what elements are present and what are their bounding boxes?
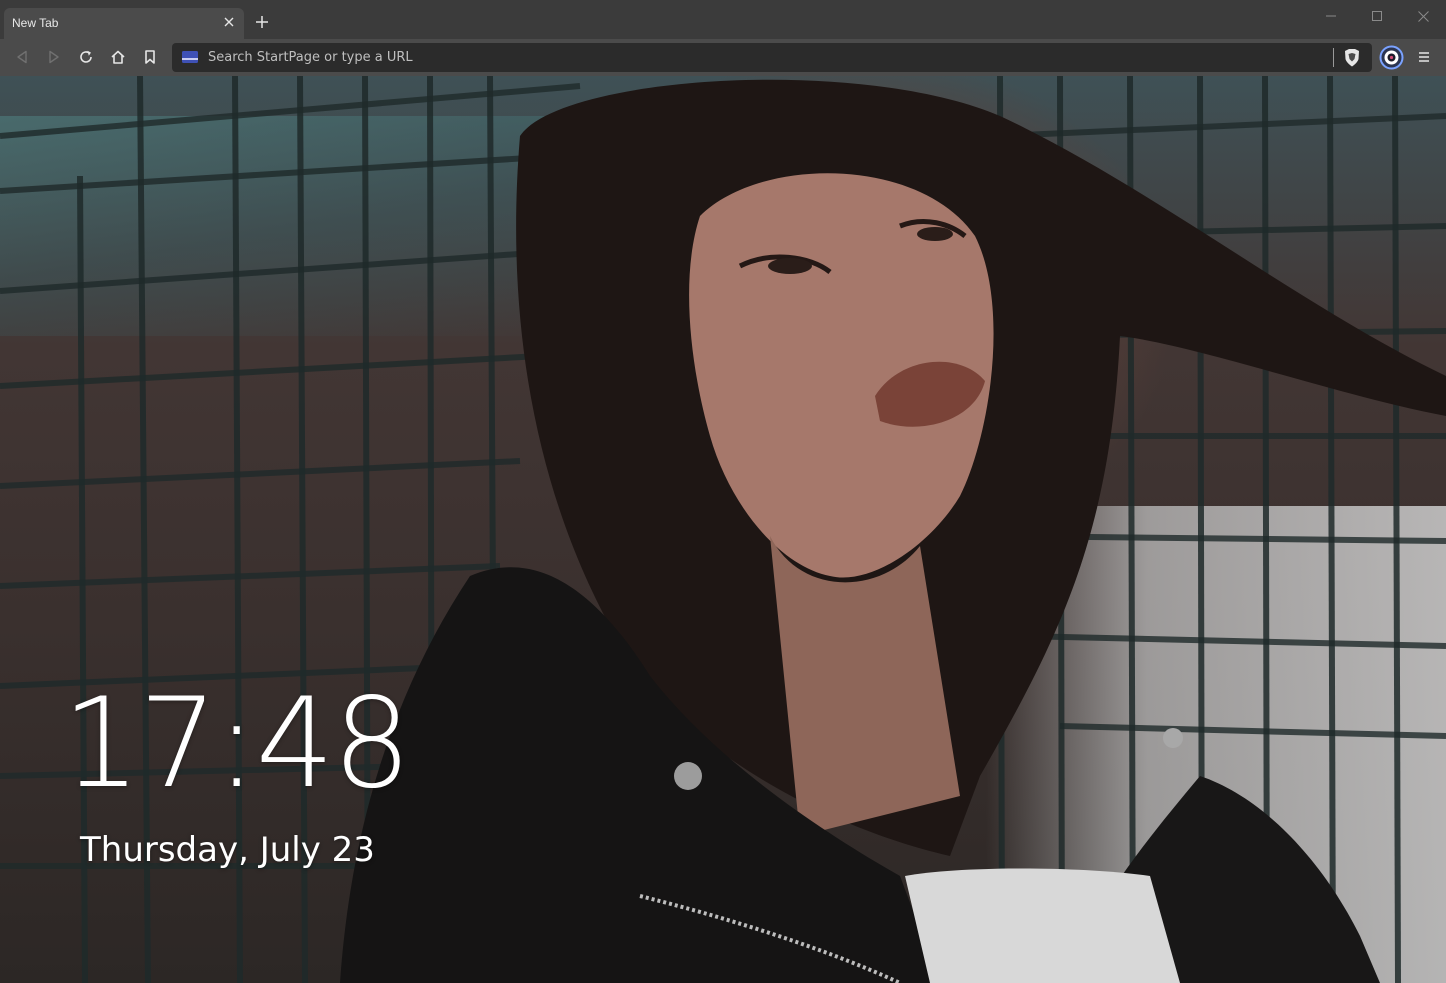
brave-shields-button[interactable] <box>1340 46 1364 70</box>
address-bar[interactable] <box>172 43 1372 72</box>
forward-button[interactable] <box>40 43 68 71</box>
hamburger-menu-icon <box>1419 52 1429 62</box>
back-button[interactable] <box>8 43 36 71</box>
startpage-favicon-icon <box>182 51 198 63</box>
new-tab-page: 17:48 Thursday, July 23 <box>0 76 1446 983</box>
browser-toolbar <box>0 39 1446 76</box>
main-menu-button[interactable] <box>1410 43 1438 71</box>
new-tab-plus-icon[interactable] <box>251 12 273 34</box>
bookmark-button[interactable] <box>136 43 164 71</box>
clock-time: 17:48 <box>62 672 411 816</box>
home-button[interactable] <box>104 43 132 71</box>
arrow-right-icon <box>49 50 59 64</box>
window-minimize-button[interactable] <box>1308 0 1354 32</box>
extension-icon[interactable] <box>1379 45 1404 70</box>
window-close-button[interactable] <box>1400 0 1446 32</box>
reload-button[interactable] <box>72 43 100 71</box>
reload-icon <box>80 50 92 63</box>
arrow-left-icon <box>17 50 27 64</box>
brave-shields-icon <box>1345 49 1359 67</box>
tab-close-icon[interactable] <box>218 12 240 34</box>
home-icon <box>111 50 125 64</box>
address-input[interactable] <box>206 43 1326 72</box>
tab-title: New Tab <box>12 16 59 30</box>
address-bar-divider <box>1333 48 1334 67</box>
tab-new-tab[interactable]: New Tab <box>4 8 244 39</box>
tab-strip: New Tab <box>0 0 1446 39</box>
bookmark-icon <box>145 50 155 64</box>
window-maximize-button[interactable] <box>1354 0 1400 32</box>
clock-date: Thursday, July 23 <box>80 830 375 870</box>
